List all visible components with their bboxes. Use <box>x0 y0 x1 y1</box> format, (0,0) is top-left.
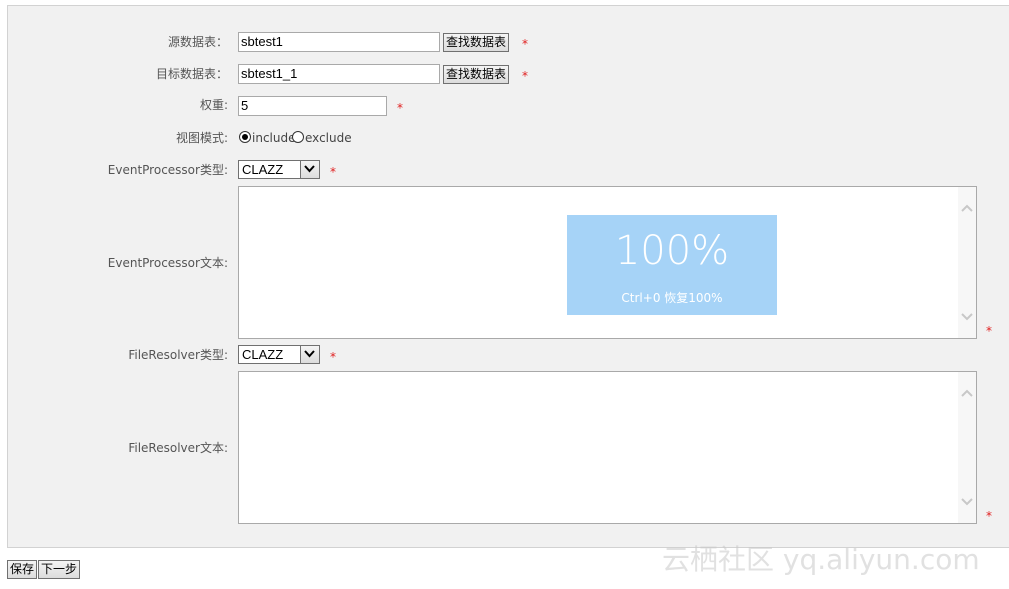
next-step-button[interactable]: 下一步 <box>38 560 81 579</box>
source-table-label: 源数据表： <box>167 35 228 49</box>
weight-required: * <box>397 101 403 115</box>
file-resolver-text-label: FileResolver文本: <box>128 441 228 455</box>
include-radio-label: include <box>252 131 296 145</box>
file-resolver-scrollbar[interactable] <box>958 372 976 523</box>
exclude-radio-label: exclude <box>305 131 352 145</box>
chevron-down-icon[interactable] <box>961 497 973 507</box>
event-processor-text-label: EventProcessor文本: <box>107 256 228 270</box>
zoom-level-overlay: 100% Ctrl+0 恢复100% <box>567 215 777 315</box>
chevron-up-icon[interactable] <box>961 203 973 213</box>
file-resolver-type-required: * <box>330 350 336 364</box>
include-radio[interactable] <box>239 131 251 143</box>
save-button[interactable]: 保存 <box>7 560 38 579</box>
target-table-input[interactable]: sbtest1_1 <box>238 64 440 84</box>
zoom-level-value: 100% <box>614 228 730 274</box>
chevron-down-icon[interactable] <box>300 346 319 363</box>
event-processor-scrollbar[interactable] <box>958 187 976 338</box>
find-target-table-button[interactable]: 查找数据表 <box>443 65 510 84</box>
event-processor-type-select[interactable]: CLAZZ <box>238 160 320 179</box>
file-resolver-text-required: * <box>986 509 992 523</box>
file-resolver-type-value: CLAZZ <box>242 347 284 362</box>
event-processor-type-required: * <box>330 165 336 179</box>
zoom-reset-hint: Ctrl+0 恢复100% <box>621 291 723 305</box>
view-mode-label: 视图模式: <box>175 131 228 145</box>
find-source-table-button[interactable]: 查找数据表 <box>443 33 510 52</box>
source-table-required: * <box>522 37 528 51</box>
chevron-down-icon[interactable] <box>961 312 973 322</box>
file-resolver-type-label: FileResolver类型: <box>128 348 228 362</box>
target-table-required: * <box>522 69 528 83</box>
target-table-label: 目标数据表： <box>155 67 228 81</box>
file-resolver-type-select[interactable]: CLAZZ <box>238 345 320 364</box>
event-processor-type-label: EventProcessor类型: <box>107 163 228 177</box>
source-table-input[interactable]: sbtest1 <box>238 32 440 52</box>
file-resolver-textarea[interactable] <box>238 371 977 524</box>
weight-input[interactable]: 5 <box>238 96 387 116</box>
exclude-radio[interactable] <box>292 131 304 143</box>
event-processor-type-value: CLAZZ <box>242 162 284 177</box>
chevron-up-icon[interactable] <box>961 388 973 398</box>
weight-label: 权重: <box>199 98 228 112</box>
watermark: 云栖社区 yq.aliyun.com <box>662 543 980 576</box>
chevron-down-icon[interactable] <box>300 161 319 178</box>
event-processor-text-required: * <box>986 324 992 338</box>
